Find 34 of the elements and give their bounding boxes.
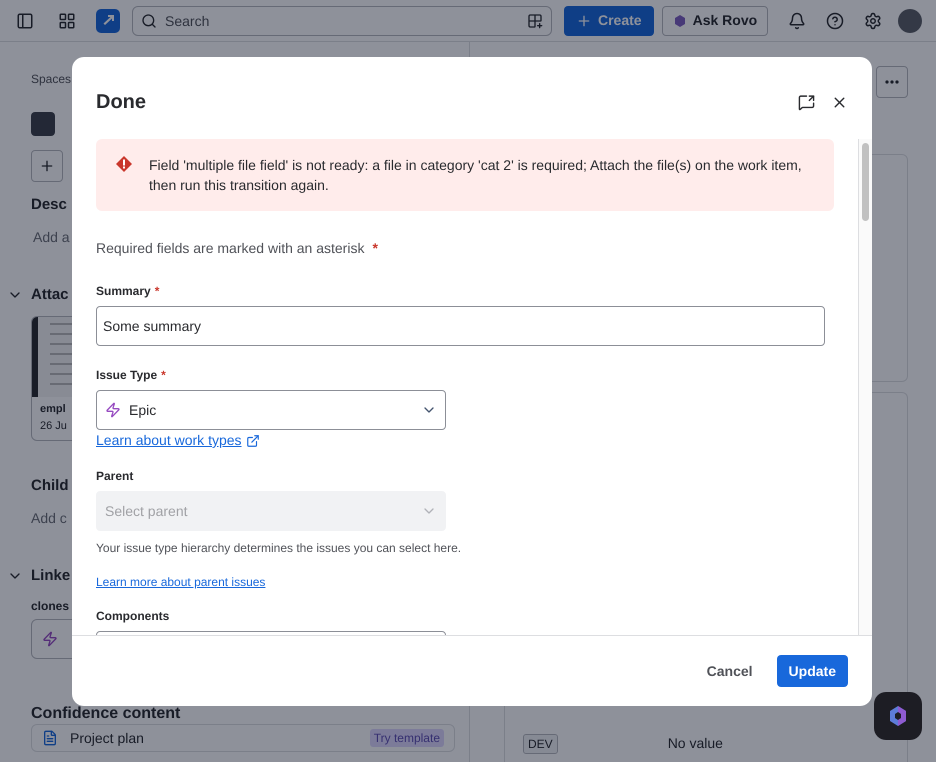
update-button[interactable]: Update xyxy=(776,655,848,687)
work-types-link[interactable]: Learn about work types xyxy=(96,430,260,451)
content-row[interactable]: Project plan Try template xyxy=(31,724,455,752)
dev-badge: DEV xyxy=(523,734,558,754)
description-placeholder[interactable]: Add a xyxy=(33,226,70,248)
error-message: Field 'multiple file field' is not ready: a file in category 'cat 2' is required; Attach the file(s) on the work item, then run this transition again. xyxy=(149,156,803,195)
create-button[interactable]: Create xyxy=(564,6,654,36)
breadcrumb[interactable]: Spaces xyxy=(31,70,72,88)
select-field[interactable]: Epic xyxy=(96,390,446,430)
file-name: empl xyxy=(40,402,66,417)
ask-rovo-button[interactable]: Ask Rovo xyxy=(662,6,768,36)
required-note: Required fields are marked with an asterisk xyxy=(96,239,364,258)
field-label: Summary xyxy=(96,283,151,300)
relation-label: clones xyxy=(31,598,70,615)
section-heading: Confidence content xyxy=(31,705,180,722)
help-text: Your issue type hierarchy determines the issues you can select here. xyxy=(96,540,462,557)
summary-field[interactable]: Some summary xyxy=(96,306,825,346)
field-label: Components xyxy=(96,608,170,625)
section-heading: Linke xyxy=(31,566,70,586)
field-label: Issue Type xyxy=(96,367,158,384)
field-value: No value xyxy=(668,734,723,753)
template-badge[interactable]: Try template xyxy=(370,729,444,747)
search-field[interactable]: Search xyxy=(132,6,552,36)
required-mark: * xyxy=(154,283,160,300)
section-heading: Attac xyxy=(31,284,69,304)
section-heading: Child xyxy=(31,476,68,496)
cancel-button[interactable]: Cancel xyxy=(694,655,765,687)
required-mark: * xyxy=(372,239,378,258)
file-date: 26 Ju xyxy=(40,418,67,434)
section-heading: Desc xyxy=(31,195,67,215)
child-placeholder[interactable]: Add c xyxy=(31,508,67,528)
required-mark: * xyxy=(161,367,166,384)
dialog-title: Done xyxy=(96,90,146,115)
field-label: Parent xyxy=(96,468,134,485)
